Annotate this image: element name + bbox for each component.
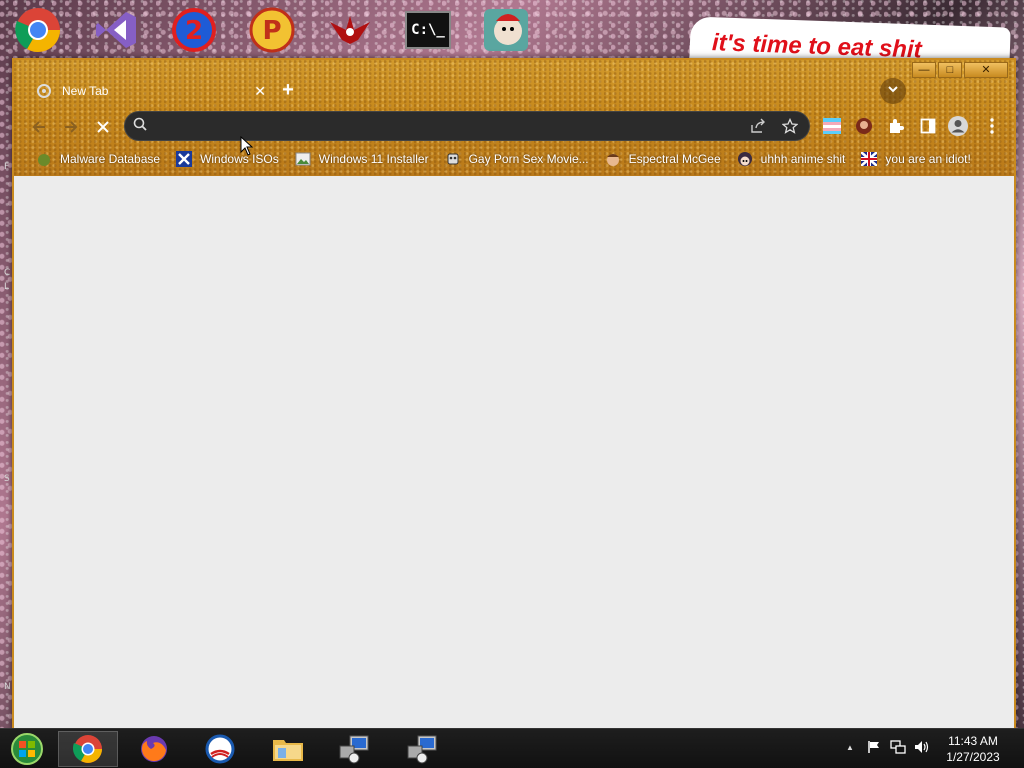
- mouse-cursor-icon: [240, 135, 254, 156]
- flag-icon: [861, 151, 878, 167]
- maximize-button[interactable]: □: [938, 62, 962, 78]
- action-center-flag-icon[interactable]: [866, 739, 882, 755]
- system-tray: ▲: [842, 739, 930, 755]
- more-menu-icon[interactable]: [980, 114, 1004, 138]
- cmd-label: C:\_: [405, 11, 451, 49]
- green-blob-icon: [36, 151, 52, 167]
- close-window-button[interactable]: ✕: [964, 62, 1008, 78]
- minimize-button[interactable]: —: [912, 62, 936, 78]
- tray-expand-icon[interactable]: ▲: [842, 739, 858, 755]
- clock-time: 11:43 AM: [948, 734, 998, 748]
- pride-flag-extension-icon[interactable]: [820, 114, 844, 138]
- forward-button[interactable]: [58, 114, 84, 140]
- tab-new-tab[interactable]: New Tab ✕: [24, 74, 278, 108]
- windows-start-icon: [11, 733, 43, 765]
- bookmark-windows-isos[interactable]: Windows ISOs: [168, 148, 287, 170]
- bookmark-malware-database[interactable]: Malware Database: [28, 148, 168, 170]
- network-computer-taskbar-icon[interactable]: [324, 731, 384, 767]
- toolbar: [14, 108, 1014, 144]
- bookmark-gay-porn-sex-movie[interactable]: Gay Porn Sex Movie...: [437, 148, 597, 170]
- network-icon[interactable]: [890, 739, 906, 755]
- svg-text:P: P: [262, 16, 281, 46]
- image-icon: [295, 151, 311, 167]
- bookmark-uhhh-anime[interactable]: uhhh anime shit: [729, 148, 854, 170]
- bookmark-label: you are an idiot!: [885, 152, 971, 166]
- file-explorer-taskbar-icon[interactable]: [258, 731, 318, 767]
- start-button[interactable]: [0, 731, 54, 767]
- bookmark-star-icon[interactable]: [779, 115, 801, 137]
- browser-window: — □ ✕ New Tab ✕ + Malware Database Windo…: [12, 58, 1016, 730]
- bookmark-label: Windows 11 Installer: [318, 152, 429, 166]
- robot-icon: [445, 151, 461, 167]
- page-content[interactable]: [14, 176, 1014, 728]
- profile-avatar-icon[interactable]: [946, 114, 970, 138]
- search-icon: [133, 117, 147, 136]
- tab-title: New Tab: [62, 84, 109, 98]
- arrow-right-icon: [65, 121, 78, 133]
- back-button[interactable]: [26, 114, 52, 140]
- number-2-icon[interactable]: 2: [168, 6, 220, 54]
- face-icon: [605, 151, 621, 167]
- chevron-down-icon: [887, 82, 899, 100]
- p-ball-icon[interactable]: P: [246, 6, 298, 54]
- bookmark-label: Gay Porn Sex Movie...: [468, 152, 589, 166]
- close-icon: [97, 121, 109, 133]
- anime-face-icon: [737, 151, 753, 167]
- bookmarks-bar: Malware Database Windows ISOs Windows 11…: [14, 146, 1014, 172]
- bookmark-label: uhhh anime shit: [760, 152, 846, 166]
- stop-button[interactable]: [90, 114, 116, 140]
- bookmark-windows-11-installer[interactable]: Windows 11 Installer: [287, 148, 437, 170]
- bookmark-espectral-mcgee[interactable]: Espectral McGee: [597, 148, 729, 170]
- bookmark-label: Malware Database: [60, 152, 161, 166]
- obama-logo-taskbar-icon[interactable]: [190, 731, 250, 767]
- share-icon[interactable]: [747, 115, 769, 137]
- bookmark-you-are-an-idiot[interactable]: you are an idiot!: [853, 148, 978, 170]
- arrow-left-icon: [32, 121, 45, 133]
- address-input[interactable]: [155, 115, 737, 137]
- visual-studio-icon[interactable]: [90, 6, 142, 54]
- tab-search-button[interactable]: [880, 78, 906, 104]
- address-bar[interactable]: [124, 111, 810, 141]
- clock-date: 1/27/2023: [946, 750, 1000, 764]
- network-computer-taskbar-icon-2[interactable]: [392, 731, 452, 767]
- cartoon-face-icon[interactable]: [480, 6, 532, 54]
- firefox-taskbar-icon[interactable]: [124, 731, 184, 767]
- tab-close-button[interactable]: ✕: [254, 83, 266, 100]
- x-logo-icon: [176, 151, 193, 167]
- cmd-icon[interactable]: C:\_: [402, 6, 454, 54]
- chrome-taskbar-icon[interactable]: [58, 731, 118, 767]
- new-tab-button[interactable]: +: [276, 78, 300, 102]
- window-controls: — □ ✕: [912, 62, 1008, 78]
- bookmark-label: Espectral McGee: [628, 152, 721, 166]
- browser-frame: — □ ✕ New Tab ✕ + Malware Database Windo…: [14, 60, 1014, 176]
- svg-text:2: 2: [185, 16, 203, 46]
- loading-icon: [36, 83, 52, 99]
- avatar-extension-icon[interactable]: [852, 114, 876, 138]
- side-panel-icon[interactable]: [916, 114, 940, 138]
- chrome-icon[interactable]: [12, 6, 64, 54]
- taskbar: ▲ 11:43 AM 1/27/2023: [0, 728, 1024, 768]
- volume-icon[interactable]: [914, 739, 930, 755]
- extensions-puzzle-icon[interactable]: [884, 114, 908, 138]
- taskbar-clock[interactable]: 11:43 AM 1/27/2023: [936, 733, 1010, 765]
- red-bird-icon[interactable]: [324, 6, 376, 54]
